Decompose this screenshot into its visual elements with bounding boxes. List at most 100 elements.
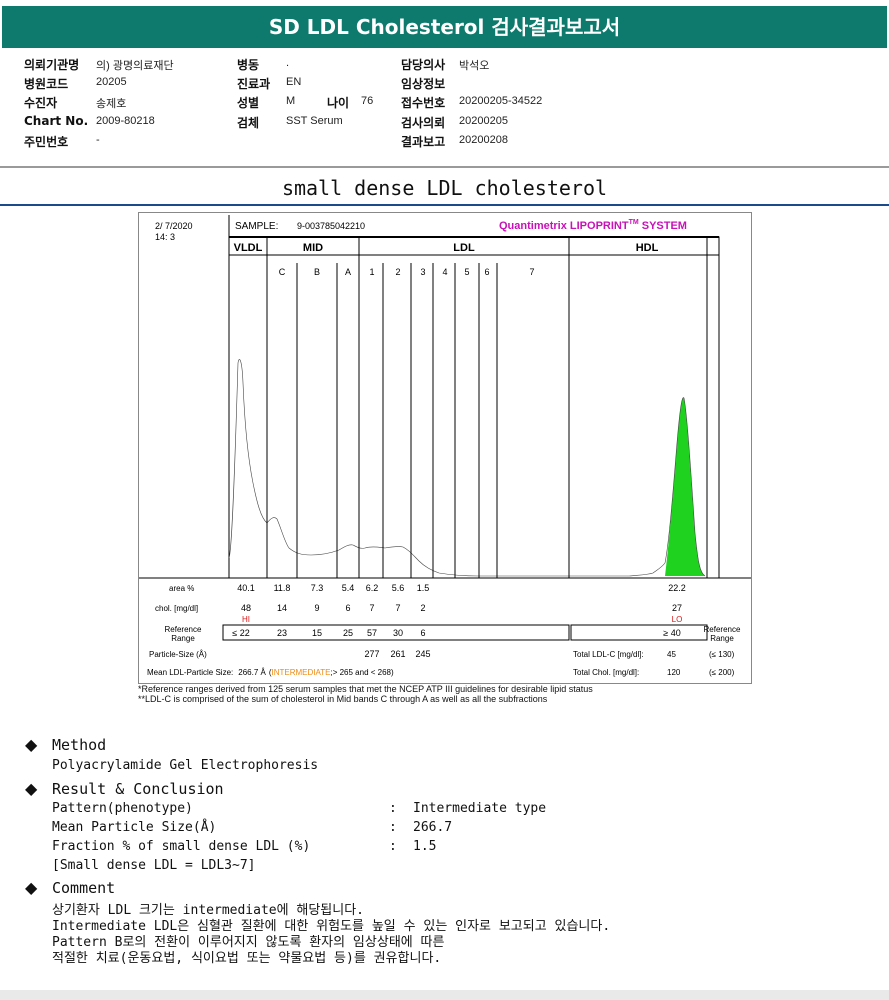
ward-label: 병동 [237, 58, 260, 72]
receipt-no-label: 접수번호 [401, 96, 446, 110]
ref-3: 6 [420, 628, 425, 638]
chol-2: 7 [395, 603, 400, 613]
ref-1: 57 [367, 628, 377, 638]
resident-no-label: 주민번호 [24, 135, 69, 149]
ref-label-2: Range [171, 634, 195, 643]
mid-b-peak [297, 359, 337, 578]
ref-label-right-2: Range [710, 634, 734, 643]
result-bullet-icon: ◆ [25, 779, 38, 798]
footnote-2: **LDL-C is comprised of the sum of chole… [138, 694, 548, 704]
result-label-fraction: Fraction % of small dense LDL (%) [52, 839, 311, 854]
hospital-code-value: 20205 [96, 76, 127, 88]
chol-1: 7 [369, 603, 374, 613]
ref-2: 30 [393, 628, 403, 638]
ldl1-peak [359, 359, 383, 578]
area-a: 5.4 [342, 583, 355, 593]
area-2: 5.6 [392, 583, 405, 593]
sample-label: SAMPLE: [235, 221, 278, 232]
comment-bullet-icon: ◆ [25, 878, 38, 897]
footnote-1: *Reference ranges derived from 125 serum… [138, 684, 593, 694]
result-heading: Result & Conclusion [52, 780, 224, 798]
group-hdl: HDL [636, 242, 659, 254]
group-vldl: VLDL [234, 242, 263, 254]
area-label: area % [169, 584, 194, 593]
doctor-label: 담당의사 [401, 58, 446, 72]
sample-id: 9-003785042210 [297, 221, 365, 231]
clinical-info-label: 임상정보 [401, 77, 446, 91]
ldl3-peak [411, 359, 433, 578]
ref-hdl: ≥ 40 [663, 628, 680, 638]
hi-flag: HI [242, 615, 250, 624]
report-title: SD LDL Cholesterol 검사결과보고서 [2, 6, 887, 48]
result-label-size: Mean Particle Size(Å) [52, 820, 217, 835]
report-date-value: 20200208 [459, 134, 508, 146]
patient-header: 의뢰기관명 의) 광명의료재단 병원코드 20205 수진자 송제호 Chart… [0, 48, 889, 168]
band-c: C [279, 267, 286, 277]
comment-line-4: 적절한 치료(운동요법, 식이요법 또는 약물요법 등)를 권유합니다. [52, 951, 442, 966]
particle-size-1: 277 [364, 649, 379, 659]
total-chol-ref: (≤ 200) [709, 668, 735, 677]
area-3: 1.5 [417, 583, 430, 593]
hdl-peak [665, 397, 705, 576]
result-value-size: 266.7 [413, 820, 453, 835]
hospital-code-label: 병원코드 [24, 77, 69, 91]
sex-label: 성별 [237, 96, 260, 110]
area-c: 11.8 [274, 583, 291, 593]
doctor-value: 박석오 [459, 60, 490, 72]
chol-c: 14 [277, 603, 287, 613]
chart-no-value: 2009-80218 [96, 115, 155, 127]
particle-size-row: 277 261 245 [364, 649, 430, 659]
ref-label-right-1: Reference [704, 625, 741, 634]
band-1: 1 [369, 267, 374, 277]
department-value: EN [286, 76, 302, 88]
chol-hdl: 27 [672, 603, 682, 613]
area-row: 40.1 11.8 7.3 5.4 6.2 5.6 1.5 22.2 [237, 583, 686, 593]
section-title: small dense LDL cholesterol [281, 176, 608, 200]
age-value: 76 [361, 95, 374, 107]
brand-logo: Quantimetrix LIPOPRINTTM SYSTEM [499, 219, 687, 232]
result-sep-pattern: : [389, 801, 397, 816]
result-value-fraction: 1.5 [413, 839, 437, 854]
hospital-name-label: 의뢰기관명 [24, 58, 80, 72]
total-ldl-label: Total LDL-C [mg/dl]: [573, 650, 644, 659]
report-date-label: 결과보고 [401, 135, 446, 149]
specimen-label: 검체 [237, 116, 260, 130]
chol-b: 9 [314, 603, 319, 613]
comment-heading: Comment [52, 879, 116, 897]
band-a: A [345, 267, 351, 277]
group-ldl: LDL [453, 242, 475, 254]
area-hdl: 22.2 [668, 583, 686, 593]
hospital-name-value: 의) 광명의료재단 [96, 60, 174, 72]
band-7: 7 [529, 267, 534, 277]
method-text: Polyacrylamide Gel Electrophoresis [52, 758, 319, 773]
group-mid: MID [303, 242, 323, 254]
report-time: 14: 3 [155, 232, 175, 242]
ref-label-1: Reference [165, 625, 202, 634]
ldl2-peak [383, 359, 411, 578]
ldl5-peak [455, 359, 479, 578]
result-sep-size: : [389, 820, 397, 835]
band-3: 3 [420, 267, 425, 277]
ward-value: . [286, 57, 290, 69]
particle-size-label: Particle-Size (Å) [149, 650, 207, 659]
ref-c: 23 [277, 628, 287, 638]
electropherogram [228, 359, 706, 578]
total-ldl-ref: (≤ 130) [709, 650, 735, 659]
department-label: 진료과 [237, 77, 271, 91]
mean-size-line: Mean LDL-Particle Size: 266.7 Å (INTERMEDI… [147, 668, 394, 677]
ref-a: 25 [343, 628, 353, 638]
particle-size-3: 245 [415, 649, 430, 659]
receipt-no-value: 20200205-34522 [459, 95, 543, 107]
result-sep-fraction: : [389, 839, 397, 854]
band-4: 4 [442, 267, 447, 277]
ref-box-hdl [570, 624, 708, 641]
ref-b: 15 [312, 628, 322, 638]
resident-no-value: - [96, 134, 100, 146]
area-vldl: 40.1 [237, 583, 255, 593]
ref-vldl: ≤ 22 [232, 628, 249, 638]
result-value-pattern: Intermediate type [413, 801, 547, 816]
request-date-label: 검사의뢰 [401, 116, 446, 130]
mid-c-peak [267, 359, 297, 578]
curve-outline [228, 359, 706, 577]
report-page: SD LDL Cholesterol 검사결과보고서 의뢰기관명 의) 광명의료… [0, 0, 889, 990]
